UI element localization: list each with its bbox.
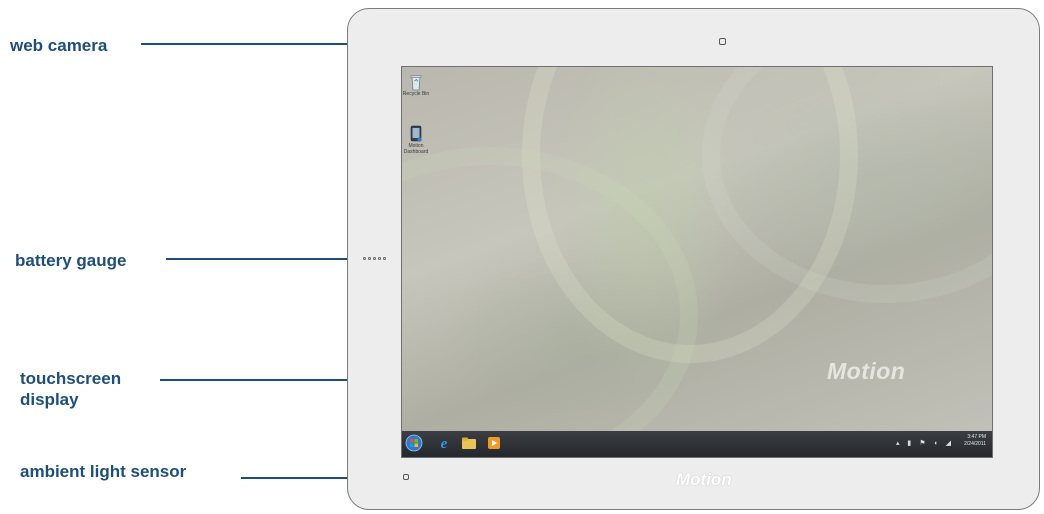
touchscreen-label-line1: touchscreen (20, 369, 122, 388)
battery-gauge-dot (378, 257, 381, 260)
battery-gauge-leader-line (166, 258, 356, 260)
desktop-icon-label: Motion Dashboard (403, 143, 429, 155)
battery-gauge-label: battery gauge (15, 251, 127, 270)
taskbar-clock[interactable]: 3:47 PM 2/24/2011 (964, 434, 986, 448)
taskbar-time: 3:47 PM (967, 434, 986, 440)
web-camera-label: web camera (10, 36, 108, 55)
desktop-icon-motion-dashboard[interactable]: Motion Dashboard (402, 125, 430, 155)
touchscreen-display[interactable]: Recycle Bin Motion Dashboard Motion e ▴ … (401, 66, 993, 458)
ambient-light-sensor (403, 474, 409, 480)
taskbar-date: 2/24/2011 (964, 441, 986, 447)
system-tray-icons[interactable]: ▴ ▮ ⚑ ◖ ◢ (896, 439, 954, 447)
media-player-icon[interactable] (485, 434, 503, 452)
web-camera (719, 38, 726, 45)
touchscreen-display-label: touchscreen display (20, 368, 121, 410)
battery-gauge (363, 257, 386, 260)
ambient-light-sensor-label: ambient light sensor (20, 462, 187, 481)
start-orb-icon[interactable] (405, 434, 423, 452)
screen-brand-watermark: Motion (827, 358, 906, 384)
tablet-shortcut-icon (410, 125, 422, 142)
battery-gauge-dot (368, 257, 371, 260)
internet-explorer-icon[interactable]: e (435, 434, 453, 452)
desktop-icon-label: Recycle Bin (402, 91, 430, 97)
battery-gauge-dot (383, 257, 386, 260)
touchscreen-label-line2: display (20, 390, 79, 409)
svg-text:e: e (441, 436, 448, 452)
desktop-icon-recycle-bin[interactable]: Recycle Bin (402, 73, 430, 97)
folder-icon[interactable] (460, 434, 478, 452)
taskbar: e ▴ ▮ ⚑ ◖ ◢ 3:47 PM 2/24/2011 (402, 431, 992, 457)
recycle-bin-icon (410, 75, 422, 91)
battery-gauge-dot (363, 257, 366, 260)
bezel-brand-logo: Motion (676, 470, 732, 489)
battery-gauge-dot (373, 257, 376, 260)
